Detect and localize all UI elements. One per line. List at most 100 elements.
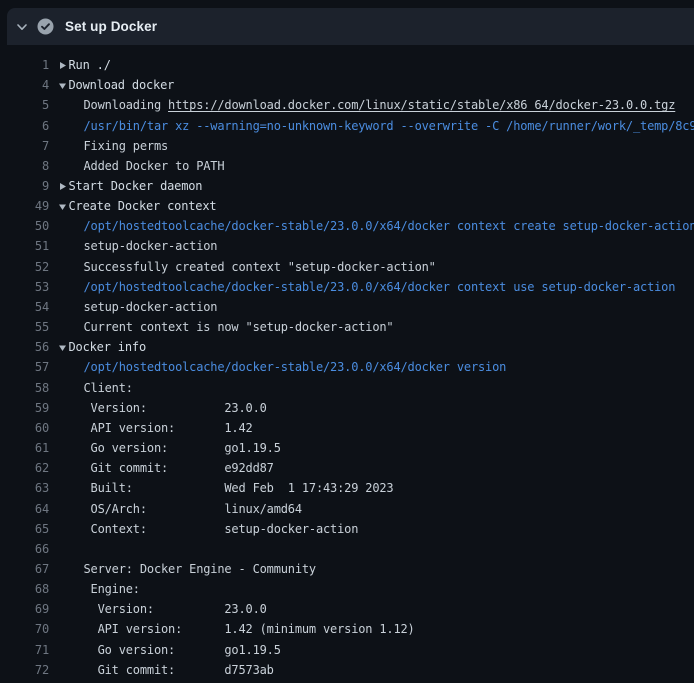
log-group-line: 9 Start Docker daemon bbox=[0, 176, 694, 196]
log-text: Successfully created context "setup-dock… bbox=[84, 260, 436, 274]
log-command-text: /opt/hostedtoolcache/docker-stable/23.0.… bbox=[84, 219, 694, 233]
log-text-prefix: Downloading bbox=[84, 98, 169, 112]
log-text: Context: setup-docker-action bbox=[84, 522, 359, 536]
log-line: 51 setup-docker-action bbox=[0, 236, 694, 256]
line-number[interactable]: 61 bbox=[0, 441, 49, 455]
log-group-toggle[interactable]: Docker info bbox=[58, 340, 146, 354]
line-number[interactable]: 7 bbox=[0, 139, 49, 153]
triangle-right-icon[interactable] bbox=[58, 61, 69, 70]
line-number[interactable]: 60 bbox=[0, 421, 49, 435]
check-circle-icon bbox=[37, 18, 54, 35]
line-number[interactable]: 54 bbox=[0, 300, 49, 314]
log-line: 60 API version: 1.42 bbox=[0, 418, 694, 438]
line-number[interactable]: 62 bbox=[0, 461, 49, 475]
log-text: Downloading https://download.docker.com/… bbox=[84, 98, 676, 112]
log-text: Server: Docker Engine - Community bbox=[84, 562, 316, 576]
log-line: 62 Git commit: e92dd87 bbox=[0, 458, 694, 478]
line-number[interactable]: 56 bbox=[0, 340, 49, 354]
line-number[interactable]: 64 bbox=[0, 502, 49, 516]
log-line: 52 Successfully created context "setup-do… bbox=[0, 257, 694, 277]
log-line: 71 Go version: go1.19.5 bbox=[0, 640, 694, 660]
log-line: 65 Context: setup-docker-action bbox=[0, 519, 694, 539]
line-number[interactable]: 57 bbox=[0, 360, 49, 374]
log-group-line: 4 Download docker bbox=[0, 75, 694, 95]
log-group-toggle[interactable]: Download docker bbox=[58, 78, 174, 92]
log-line: 70 API version: 1.42 (minimum version 1.… bbox=[0, 619, 694, 639]
line-number[interactable]: 63 bbox=[0, 481, 49, 495]
log-text: Built: Wed Feb 1 17:43:29 2023 bbox=[84, 481, 394, 495]
log-line: 64 OS/Arch: linux/amd64 bbox=[0, 498, 694, 518]
log-group-title: Create Docker context bbox=[69, 199, 217, 213]
line-number[interactable]: 55 bbox=[0, 320, 49, 334]
log-group-toggle[interactable]: Start Docker daemon bbox=[58, 179, 202, 193]
log-text: Engine: bbox=[84, 582, 140, 596]
log-group-toggle[interactable]: Run ./ bbox=[58, 58, 111, 72]
log-line: 5 Downloading https://download.docker.com… bbox=[0, 95, 694, 115]
log-line: 55 Current context is now "setup-docker-a… bbox=[0, 317, 694, 337]
line-number[interactable]: 8 bbox=[0, 159, 49, 173]
triangle-right-icon[interactable] bbox=[58, 182, 69, 191]
log-url-link[interactable]: https://download.docker.com/linux/static… bbox=[168, 98, 675, 112]
log-text: Version: 23.0.0 bbox=[84, 602, 267, 616]
log-text: API version: 1.42 bbox=[84, 421, 253, 435]
log-text: Version: 23.0.0 bbox=[84, 401, 267, 415]
line-number[interactable]: 70 bbox=[0, 622, 49, 636]
log-text: Go version: go1.19.5 bbox=[84, 643, 281, 657]
line-number[interactable]: 9 bbox=[0, 179, 49, 193]
line-number[interactable]: 1 bbox=[0, 58, 49, 72]
line-number[interactable]: 6 bbox=[0, 119, 49, 133]
log-line: 59 Version: 23.0.0 bbox=[0, 398, 694, 418]
log-text: setup-docker-action bbox=[84, 300, 218, 314]
line-number[interactable]: 51 bbox=[0, 239, 49, 253]
log-container: 1 Run ./ 4 Download docker 5 Downloading http… bbox=[0, 45, 694, 683]
triangle-down-icon[interactable] bbox=[58, 343, 69, 352]
log-group-toggle[interactable]: Create Docker context bbox=[58, 199, 216, 213]
log-line: 6/usr/bin/tar xz --warning=no-unknown-ke… bbox=[0, 115, 694, 135]
line-number[interactable]: 71 bbox=[0, 643, 49, 657]
log-group-line: 56 Docker info bbox=[0, 337, 694, 357]
log-line: 69 Version: 23.0.0 bbox=[0, 599, 694, 619]
log-line: 66 bbox=[0, 539, 694, 559]
line-number[interactable]: 67 bbox=[0, 562, 49, 576]
step-title: Set up Docker bbox=[65, 19, 157, 34]
log-group-title: Download docker bbox=[69, 78, 175, 92]
line-number[interactable]: 65 bbox=[0, 522, 49, 536]
log-text: setup-docker-action bbox=[84, 239, 218, 253]
log-command-text: /usr/bin/tar xz --warning=no-unknown-key… bbox=[84, 119, 694, 133]
log-group-title: Start Docker daemon bbox=[69, 179, 203, 193]
log-line: 7 Fixing perms bbox=[0, 136, 694, 156]
line-number[interactable]: 53 bbox=[0, 280, 49, 294]
line-number[interactable]: 52 bbox=[0, 260, 49, 274]
line-number[interactable]: 59 bbox=[0, 401, 49, 415]
log-text: Git commit: e92dd87 bbox=[84, 461, 274, 475]
log-group-line: 49 Create Docker context bbox=[0, 196, 694, 216]
log-line: 67 Server: Docker Engine - Community bbox=[0, 559, 694, 579]
log-line: 72 Git commit: d7573ab bbox=[0, 660, 694, 680]
log-text: Fixing perms bbox=[84, 139, 169, 153]
triangle-down-icon[interactable] bbox=[58, 81, 69, 90]
triangle-down-icon[interactable] bbox=[58, 202, 69, 211]
log-group-title: Run ./ bbox=[69, 58, 111, 72]
log-text: API version: 1.42 (minimum version 1.12) bbox=[84, 622, 415, 636]
log-text: Go version: go1.19.5 bbox=[84, 441, 281, 455]
log-text: Client: bbox=[84, 381, 133, 395]
log-line: 8Added Docker to PATH bbox=[0, 156, 694, 176]
line-number[interactable]: 68 bbox=[0, 582, 49, 596]
log-line: 61 Go version: go1.19.5 bbox=[0, 438, 694, 458]
line-number[interactable]: 50 bbox=[0, 219, 49, 233]
log-line: 54 setup-docker-action bbox=[0, 297, 694, 317]
chevron-down-icon[interactable] bbox=[7, 21, 37, 33]
line-number[interactable]: 66 bbox=[0, 542, 49, 556]
log-text: Git commit: d7573ab bbox=[84, 663, 274, 677]
line-number[interactable]: 49 bbox=[0, 199, 49, 213]
log-line: 58 Client: bbox=[0, 378, 694, 398]
log-line: 68 Engine: bbox=[0, 579, 694, 599]
log-line: 53/opt/hostedtoolcache/docker-stable/23.… bbox=[0, 277, 694, 297]
line-number[interactable]: 69 bbox=[0, 602, 49, 616]
line-number[interactable]: 5 bbox=[0, 98, 49, 112]
log-text: Current context is now "setup-docker-act… bbox=[84, 320, 394, 334]
line-number[interactable]: 58 bbox=[0, 381, 49, 395]
step-header[interactable]: Set up Docker bbox=[7, 8, 694, 45]
line-number[interactable]: 4 bbox=[0, 78, 49, 92]
line-number[interactable]: 72 bbox=[0, 663, 49, 677]
